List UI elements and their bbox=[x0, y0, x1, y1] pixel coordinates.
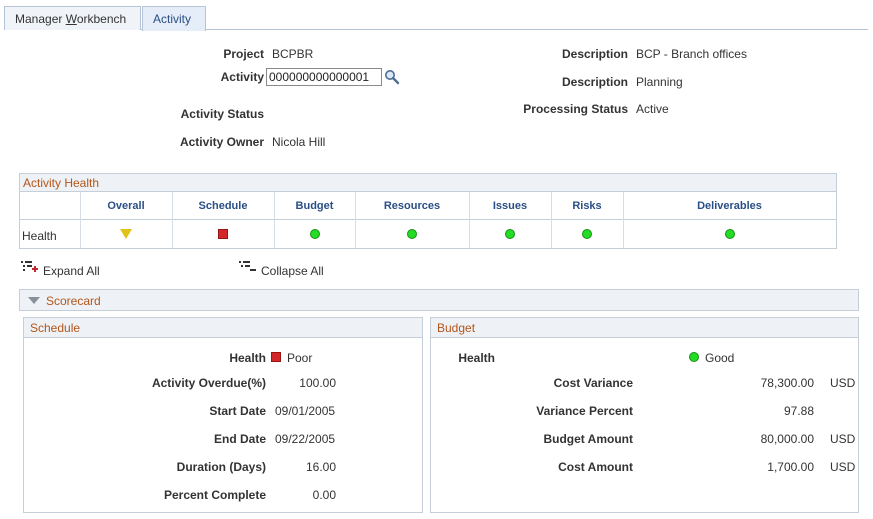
project-label: Project bbox=[223, 47, 264, 61]
green-circle-icon bbox=[505, 229, 515, 239]
expand-all-label[interactable]: Expand All bbox=[43, 264, 100, 278]
expand-all-icon bbox=[21, 261, 38, 272]
cost-variance-unit: USD bbox=[830, 376, 856, 390]
percent-complete-value: 0.00 bbox=[312, 488, 336, 502]
green-circle-icon bbox=[724, 229, 735, 239]
risks-status-cell bbox=[551, 228, 623, 242]
end-date-value: 09/22/2005 bbox=[275, 432, 336, 446]
budget-panel-title: Budget bbox=[431, 318, 858, 338]
budget-amount-value: 80,000.00 bbox=[760, 432, 814, 446]
col-header-deliverables[interactable]: Deliverables bbox=[623, 200, 836, 212]
col-header-resources[interactable]: Resources bbox=[355, 200, 469, 212]
scorecard-section-header[interactable]: Scorecard bbox=[19, 289, 859, 311]
description-label-2: Description bbox=[561, 75, 628, 89]
collapse-chevron-icon[interactable] bbox=[28, 297, 40, 304]
warning-triangle-icon bbox=[120, 229, 132, 239]
tab-manager-workbench-accesskey: W bbox=[65, 12, 77, 26]
budget-amount-unit: USD bbox=[830, 432, 856, 446]
issues-status-cell bbox=[469, 228, 551, 242]
cost-amount-label: Cost Amount bbox=[558, 460, 633, 474]
collapse-all-button[interactable]: Collapse All bbox=[238, 258, 338, 278]
green-circle-icon bbox=[407, 229, 417, 239]
tab-manager-workbench[interactable]: Manager Workbench bbox=[4, 6, 141, 30]
tab-activity-label: Activity bbox=[153, 12, 192, 26]
start-date-value: 09/01/2005 bbox=[275, 404, 336, 418]
overall-status-cell bbox=[80, 228, 172, 242]
cost-variance-label: Cost Variance bbox=[553, 376, 633, 390]
budget-panel: Budget Health Good Cost Variance 78,300.… bbox=[430, 317, 859, 513]
activity-health-title: Activity Health bbox=[20, 174, 836, 192]
col-header-budget[interactable]: Budget bbox=[274, 200, 355, 212]
search-icon[interactable] bbox=[384, 69, 400, 85]
description-value-2: Planning bbox=[636, 75, 683, 89]
health-row-label: Health bbox=[22, 229, 57, 243]
duration-value: 16.00 bbox=[305, 460, 336, 474]
activity-overdue-value: 100.00 bbox=[299, 376, 336, 390]
budget-status-cell bbox=[274, 228, 355, 242]
budget-amount-label: Budget Amount bbox=[543, 432, 633, 446]
duration-label: Duration (Days) bbox=[176, 460, 266, 474]
cost-amount-unit: USD bbox=[830, 460, 856, 474]
activity-label: Activity bbox=[220, 70, 264, 84]
col-header-risks[interactable]: Risks bbox=[551, 200, 623, 212]
collapse-all-label[interactable]: Collapse All bbox=[261, 264, 324, 278]
processing-status-value: Active bbox=[636, 102, 669, 116]
processing-status-label: Processing Status bbox=[523, 102, 628, 116]
percent-complete-label: Percent Complete bbox=[163, 488, 266, 502]
expand-all-button[interactable]: Expand All bbox=[20, 258, 110, 278]
schedule-status-cell bbox=[172, 228, 274, 242]
schedule-health-value: Poor bbox=[287, 351, 313, 365]
tab-bar: Manager Workbench Activity bbox=[4, 6, 868, 31]
end-date-label: End Date bbox=[213, 432, 266, 446]
green-circle-icon bbox=[582, 229, 592, 239]
schedule-panel: Schedule Health Poor Activity Overdue(%)… bbox=[23, 317, 423, 513]
activity-health-grid: Activity Health Overall Schedule Budget … bbox=[19, 173, 837, 249]
activity-overdue-label: Activity Overdue(%) bbox=[151, 376, 266, 390]
red-square-icon bbox=[271, 352, 281, 362]
green-circle-icon bbox=[309, 229, 320, 239]
budget-health-value: Good bbox=[705, 351, 735, 365]
cost-variance-value: 78,300.00 bbox=[760, 376, 814, 390]
col-header-schedule[interactable]: Schedule bbox=[172, 200, 274, 212]
budget-health-label: Health bbox=[458, 351, 495, 365]
collapse-all-icon bbox=[239, 261, 256, 271]
activity-owner-value: Nicola Hill bbox=[272, 135, 326, 149]
start-date-label: Start Date bbox=[209, 404, 266, 418]
schedule-health-label: Health bbox=[229, 351, 266, 365]
red-square-icon bbox=[218, 229, 228, 239]
tab-manager-workbench-label-post: orkbench bbox=[76, 12, 127, 26]
variance-percent-value: 97.88 bbox=[783, 404, 814, 418]
tab-manager-workbench-label-pre: Manager bbox=[15, 12, 66, 26]
description-label-1: Description bbox=[561, 47, 628, 61]
activity-input[interactable] bbox=[266, 68, 382, 86]
description-value-1: BCP - Branch offices bbox=[636, 47, 747, 61]
resources-status-cell bbox=[355, 228, 469, 242]
tab-activity[interactable]: Activity bbox=[142, 6, 206, 31]
activity-status-label: Activity Status bbox=[180, 107, 264, 121]
variance-percent-label: Variance Percent bbox=[536, 404, 633, 418]
cost-amount-value: 1,700.00 bbox=[767, 460, 814, 474]
activity-owner-label: Activity Owner bbox=[179, 135, 264, 149]
col-header-issues[interactable]: Issues bbox=[469, 200, 551, 212]
project-value: BCPBR bbox=[272, 47, 314, 61]
schedule-panel-title: Schedule bbox=[24, 318, 422, 338]
scorecard-title: Scorecard bbox=[46, 294, 101, 308]
col-header-overall[interactable]: Overall bbox=[80, 200, 172, 212]
green-circle-icon bbox=[689, 352, 699, 362]
deliverables-status-cell bbox=[623, 228, 836, 242]
